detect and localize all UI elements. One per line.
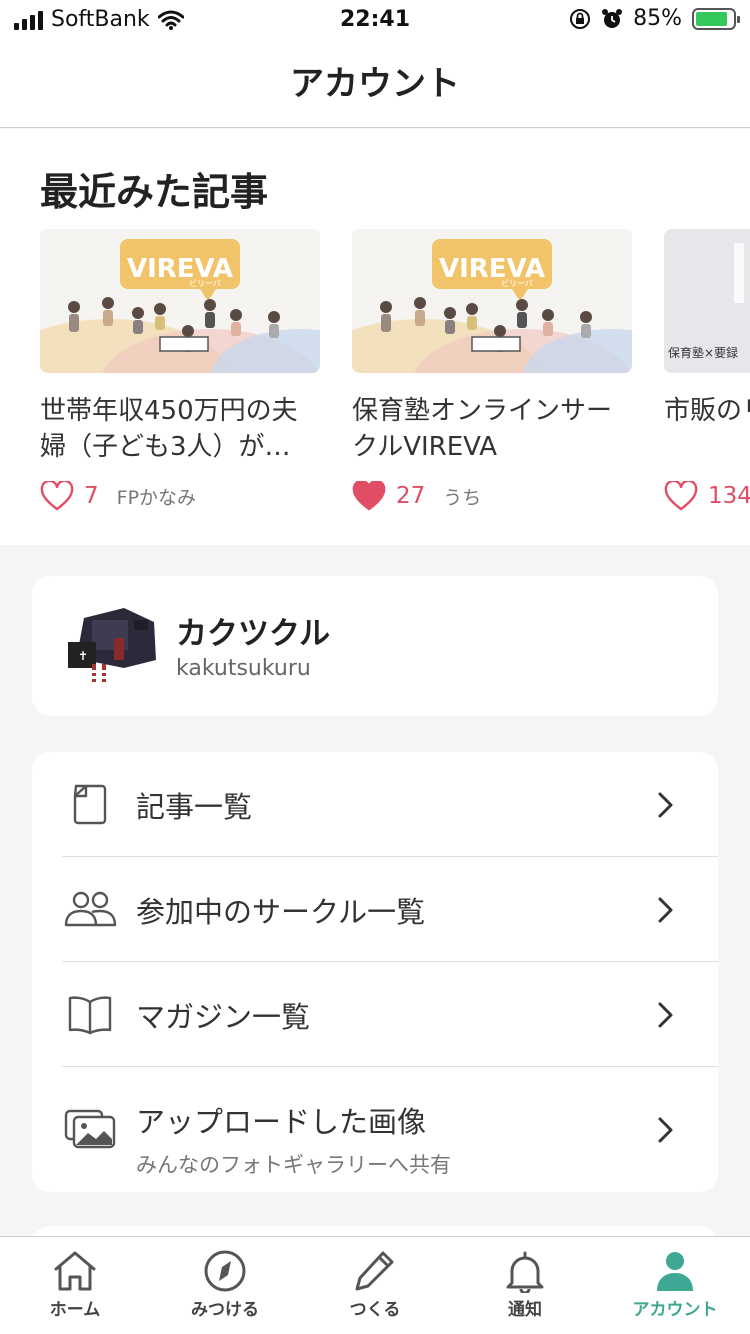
avatar[interactable]: ✝ (64, 598, 160, 694)
svg-text:ビリーバ: ビリーバ (501, 279, 533, 288)
svg-text:ビリーバ: ビリーバ (189, 279, 221, 288)
chevron-right-icon (658, 1117, 673, 1143)
menu-item-sublabel: みんなのフォトギャラリーへ共有 (136, 1153, 451, 1177)
chevron-right-icon (658, 792, 673, 818)
tab-label: みつける (191, 1300, 259, 1320)
rotation-lock-icon (570, 8, 591, 29)
article-meta: 27 うち (352, 481, 632, 511)
tab-label: つくる (349, 1300, 401, 1320)
tab-account[interactable]: アカウント (600, 1237, 750, 1334)
menu-item-label: マガジン一覧 (136, 1000, 311, 1034)
tab-home[interactable]: ホーム (0, 1237, 150, 1334)
recent-articles-section: 最近みた記事 VIREVA ビリーバ 世帯年収450万円の夫婦（子ども3人）が…… (0, 129, 750, 545)
nav-header: アカウント (0, 40, 750, 128)
battery-fill (696, 11, 727, 26)
menu-item-label: アップロードした画像 (136, 1105, 427, 1139)
article-card[interactable]: VIREVA ビリーバ 世帯年収450万円の夫婦（子ども3人）が… 7 FPかな… (40, 229, 320, 511)
menu-item-label: 参加中のサークル一覧 (136, 895, 426, 929)
people-icon (64, 891, 117, 927)
article-carousel[interactable]: VIREVA ビリーバ 世帯年収450万円の夫婦（子ども3人）が… 7 FPかな… (40, 229, 750, 511)
article-thumbnail[interactable]: 保育塾×要録 (664, 229, 750, 373)
tab-label: ホーム (49, 1300, 101, 1320)
status-right: 85% (569, 6, 740, 31)
menu-item-uploaded-images[interactable]: アップロードした画像 みんなのフォトギャラリーへ共有 (32, 1067, 718, 1192)
tab-label: アカウント (632, 1300, 718, 1320)
images-icon (64, 1109, 116, 1149)
book-icon (68, 996, 112, 1035)
home-icon (54, 1251, 96, 1291)
profile-card[interactable]: ✝ カクツクル kakutsukuru (32, 576, 718, 716)
article-thumbnail[interactable]: VIREVA ビリーバ (352, 229, 632, 373)
section-title: 最近みた記事 (40, 170, 269, 214)
article-title[interactable]: 市販のリ書い (664, 393, 750, 465)
profile-name: カクツクル (176, 616, 331, 652)
svg-text:✝: ✝ (78, 649, 88, 663)
signal-icon (14, 10, 43, 30)
document-icon (73, 784, 107, 825)
menu-item-magazines[interactable]: マガジン一覧 (32, 962, 718, 1067)
tab-label: 通知 (508, 1300, 542, 1320)
heart-filled-icon[interactable] (352, 481, 386, 511)
article-title[interactable]: 世帯年収450万円の夫婦（子ども3人）が… (40, 393, 320, 465)
tab-create[interactable]: つくる (300, 1237, 450, 1334)
heart-outline-icon[interactable] (664, 481, 698, 511)
like-count: 7 (84, 483, 99, 509)
tab-bar: ホーム みつける つくる 通知 アカウント (0, 1236, 750, 1334)
menu-item-articles[interactable]: 記事一覧 (32, 752, 718, 857)
heart-outline-icon[interactable] (40, 481, 74, 511)
account-menu: 記事一覧 参加中のサークル一覧 マガジン一覧 アップロードした画像 みんなのフォ… (32, 752, 718, 1192)
like-count: 134 (708, 483, 750, 509)
tab-discover[interactable]: みつける (150, 1237, 300, 1334)
wifi-icon (157, 10, 184, 30)
svg-text:保育塾×要録: 保育塾×要録 (668, 345, 738, 360)
alarm-icon (602, 8, 623, 28)
article-author[interactable]: うち (443, 483, 481, 510)
pencil-icon (355, 1251, 394, 1291)
article-meta: 134 (664, 481, 750, 511)
article-meta: 7 FPかなみ (40, 481, 320, 511)
battery-percent: 85% (633, 6, 682, 31)
bell-icon (506, 1251, 544, 1293)
chevron-right-icon (658, 1002, 673, 1028)
article-author[interactable]: FPかなみ (117, 483, 196, 510)
carrier-label: SoftBank (51, 7, 150, 32)
profile-handle: kakutsukuru (176, 656, 311, 681)
page-title: アカウント (290, 64, 460, 104)
article-card[interactable]: VIREVA ビリーバ 保育塾オンラインサークルVIREVA 27 うち (352, 229, 632, 511)
person-icon (657, 1252, 693, 1291)
chevron-right-icon (658, 897, 673, 923)
article-thumbnail[interactable]: VIREVA ビリーバ (40, 229, 320, 373)
status-left: SoftBank (14, 7, 184, 32)
menu-item-label: 記事一覧 (136, 790, 253, 824)
like-count: 27 (396, 483, 426, 509)
article-title[interactable]: 保育塾オンラインサークルVIREVA (352, 393, 632, 465)
article-card[interactable]: 保育塾×要録 市販のリ書い 134 (664, 229, 750, 511)
status-bar: SoftBank 22:41 85% (0, 0, 750, 40)
battery-icon (692, 7, 740, 30)
tab-notifications[interactable]: 通知 (450, 1237, 600, 1334)
compass-icon (204, 1250, 246, 1292)
menu-item-circles[interactable]: 参加中のサークル一覧 (32, 857, 718, 962)
